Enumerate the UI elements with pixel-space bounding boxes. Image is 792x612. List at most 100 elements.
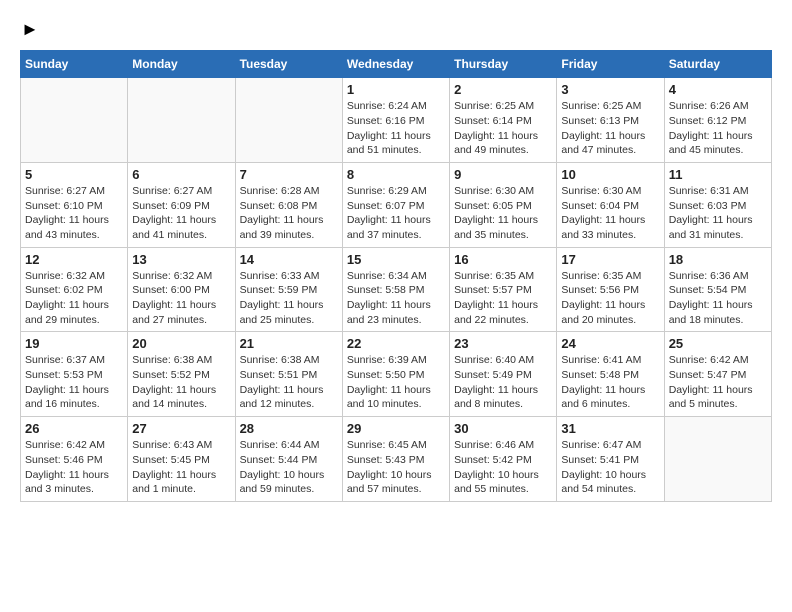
day-info: Sunrise: 6:35 AM Sunset: 5:56 PM Dayligh… bbox=[561, 269, 659, 328]
day-number: 15 bbox=[347, 252, 445, 267]
logo: ► bbox=[20, 20, 39, 40]
calendar-cell: 31 Sunrise: 6:47 AM Sunset: 5:41 PM Dayli… bbox=[557, 417, 664, 502]
day-number: 19 bbox=[25, 336, 123, 351]
day-header-saturday: Saturday bbox=[664, 51, 771, 78]
day-info: Sunrise: 6:42 AM Sunset: 5:46 PM Dayligh… bbox=[25, 438, 123, 497]
day-number: 5 bbox=[25, 167, 123, 182]
day-info: Sunrise: 6:47 AM Sunset: 5:41 PM Dayligh… bbox=[561, 438, 659, 497]
calendar-cell: 9Sunrise: 6:30 AM Sunset: 6:05 PM Daylig… bbox=[450, 162, 557, 247]
day-number: 21 bbox=[240, 336, 338, 351]
day-number: 31 bbox=[561, 421, 659, 436]
day-number: 14 bbox=[240, 252, 338, 267]
day-number: 27 bbox=[132, 421, 230, 436]
calendar-cell bbox=[21, 78, 128, 163]
day-info: Sunrise: 6:27 AM Sunset: 6:10 PM Dayligh… bbox=[25, 184, 123, 243]
day-info: Sunrise: 6:27 AM Sunset: 6:09 PM Dayligh… bbox=[132, 184, 230, 243]
calendar-cell: 23 Sunrise: 6:40 AM Sunset: 5:49 PM Dayli… bbox=[450, 332, 557, 417]
day-info: Sunrise: 6:40 AM Sunset: 5:49 PM Dayligh… bbox=[454, 353, 552, 412]
day-number: 8 bbox=[347, 167, 445, 182]
calendar-week-row: 5 Sunrise: 6:27 AM Sunset: 6:10 PM Daylig… bbox=[21, 162, 772, 247]
day-header-friday: Friday bbox=[557, 51, 664, 78]
calendar-cell: 25Sunrise: 6:42 AM Sunset: 5:47 PM Dayli… bbox=[664, 332, 771, 417]
calendar-cell: 30 Sunrise: 6:46 AM Sunset: 5:42 PM Dayli… bbox=[450, 417, 557, 502]
page-header: ► bbox=[20, 20, 772, 40]
day-number: 29 bbox=[347, 421, 445, 436]
day-number: 9 bbox=[454, 167, 552, 182]
day-info: Sunrise: 6:25 AM Sunset: 6:13 PM Dayligh… bbox=[561, 99, 659, 158]
calendar-cell: 3 Sunrise: 6:25 AM Sunset: 6:13 PM Daylig… bbox=[557, 78, 664, 163]
calendar-cell: 26 Sunrise: 6:42 AM Sunset: 5:46 PM Dayli… bbox=[21, 417, 128, 502]
day-info: Sunrise: 6:28 AM Sunset: 6:08 PM Dayligh… bbox=[240, 184, 338, 243]
day-number: 13 bbox=[132, 252, 230, 267]
calendar-cell: 5 Sunrise: 6:27 AM Sunset: 6:10 PM Daylig… bbox=[21, 162, 128, 247]
calendar-cell: 18Sunrise: 6:36 AM Sunset: 5:54 PM Dayli… bbox=[664, 247, 771, 332]
calendar-cell: 1 Sunrise: 6:24 AM Sunset: 6:16 PM Daylig… bbox=[342, 78, 449, 163]
day-info: Sunrise: 6:32 AM Sunset: 6:02 PM Dayligh… bbox=[25, 269, 123, 328]
calendar-cell: 11 Sunrise: 6:31 AM Sunset: 6:03 PM Dayli… bbox=[664, 162, 771, 247]
day-number: 12 bbox=[25, 252, 123, 267]
day-info: Sunrise: 6:37 AM Sunset: 5:53 PM Dayligh… bbox=[25, 353, 123, 412]
day-number: 22 bbox=[347, 336, 445, 351]
calendar-cell: 22 Sunrise: 6:39 AM Sunset: 5:50 PM Dayli… bbox=[342, 332, 449, 417]
day-info: Sunrise: 6:38 AM Sunset: 5:51 PM Dayligh… bbox=[240, 353, 338, 412]
day-number: 18 bbox=[669, 252, 767, 267]
day-info: Sunrise: 6:24 AM Sunset: 6:16 PM Dayligh… bbox=[347, 99, 445, 158]
calendar-cell: 27Sunrise: 6:43 AM Sunset: 5:45 PM Dayli… bbox=[128, 417, 235, 502]
day-number: 7 bbox=[240, 167, 338, 182]
day-number: 20 bbox=[132, 336, 230, 351]
day-info: Sunrise: 6:46 AM Sunset: 5:42 PM Dayligh… bbox=[454, 438, 552, 497]
calendar-cell bbox=[128, 78, 235, 163]
calendar-cell: 2 Sunrise: 6:25 AM Sunset: 6:14 PM Daylig… bbox=[450, 78, 557, 163]
calendar-week-row: 26 Sunrise: 6:42 AM Sunset: 5:46 PM Dayli… bbox=[21, 417, 772, 502]
day-info: Sunrise: 6:29 AM Sunset: 6:07 PM Dayligh… bbox=[347, 184, 445, 243]
calendar-cell: 6 Sunrise: 6:27 AM Sunset: 6:09 PM Daylig… bbox=[128, 162, 235, 247]
day-header-monday: Monday bbox=[128, 51, 235, 78]
calendar-cell: 14 Sunrise: 6:33 AM Sunset: 5:59 PM Dayli… bbox=[235, 247, 342, 332]
calendar-cell: 21 Sunrise: 6:38 AM Sunset: 5:51 PM Dayli… bbox=[235, 332, 342, 417]
calendar-table: SundayMondayTuesdayWednesdayThursdayFrid… bbox=[20, 50, 772, 502]
calendar-cell bbox=[664, 417, 771, 502]
day-number: 26 bbox=[25, 421, 123, 436]
day-number: 17 bbox=[561, 252, 659, 267]
calendar-cell: 17 Sunrise: 6:35 AM Sunset: 5:56 PM Dayli… bbox=[557, 247, 664, 332]
day-number: 1 bbox=[347, 82, 445, 97]
day-info: Sunrise: 6:44 AM Sunset: 5:44 PM Dayligh… bbox=[240, 438, 338, 497]
day-info: Sunrise: 6:38 AM Sunset: 5:52 PM Dayligh… bbox=[132, 353, 230, 412]
day-info: Sunrise: 6:34 AM Sunset: 5:58 PM Dayligh… bbox=[347, 269, 445, 328]
day-info: Sunrise: 6:39 AM Sunset: 5:50 PM Dayligh… bbox=[347, 353, 445, 412]
calendar-cell: 24Sunrise: 6:41 AM Sunset: 5:48 PM Dayli… bbox=[557, 332, 664, 417]
calendar-cell: 10Sunrise: 6:30 AM Sunset: 6:04 PM Dayli… bbox=[557, 162, 664, 247]
calendar-header-row: SundayMondayTuesdayWednesdayThursdayFrid… bbox=[21, 51, 772, 78]
day-info: Sunrise: 6:45 AM Sunset: 5:43 PM Dayligh… bbox=[347, 438, 445, 497]
calendar-week-row: 19 Sunrise: 6:37 AM Sunset: 5:53 PM Dayli… bbox=[21, 332, 772, 417]
day-info: Sunrise: 6:32 AM Sunset: 6:00 PM Dayligh… bbox=[132, 269, 230, 328]
day-info: Sunrise: 6:30 AM Sunset: 6:04 PM Dayligh… bbox=[561, 184, 659, 243]
day-number: 11 bbox=[669, 167, 767, 182]
day-header-thursday: Thursday bbox=[450, 51, 557, 78]
calendar-cell: 8 Sunrise: 6:29 AM Sunset: 6:07 PM Daylig… bbox=[342, 162, 449, 247]
day-info: Sunrise: 6:31 AM Sunset: 6:03 PM Dayligh… bbox=[669, 184, 767, 243]
calendar-cell: 15 Sunrise: 6:34 AM Sunset: 5:58 PM Dayli… bbox=[342, 247, 449, 332]
calendar-week-row: 1 Sunrise: 6:24 AM Sunset: 6:16 PM Daylig… bbox=[21, 78, 772, 163]
day-header-wednesday: Wednesday bbox=[342, 51, 449, 78]
day-number: 24 bbox=[561, 336, 659, 351]
day-info: Sunrise: 6:26 AM Sunset: 6:12 PM Dayligh… bbox=[669, 99, 767, 158]
calendar-cell bbox=[235, 78, 342, 163]
logo-triangle: ► bbox=[21, 20, 39, 40]
day-info: Sunrise: 6:33 AM Sunset: 5:59 PM Dayligh… bbox=[240, 269, 338, 328]
day-header-tuesday: Tuesday bbox=[235, 51, 342, 78]
day-number: 2 bbox=[454, 82, 552, 97]
calendar-cell: 19 Sunrise: 6:37 AM Sunset: 5:53 PM Dayli… bbox=[21, 332, 128, 417]
calendar-cell: 7 Sunrise: 6:28 AM Sunset: 6:08 PM Daylig… bbox=[235, 162, 342, 247]
calendar-cell: 12 Sunrise: 6:32 AM Sunset: 6:02 PM Dayli… bbox=[21, 247, 128, 332]
day-header-sunday: Sunday bbox=[21, 51, 128, 78]
day-number: 28 bbox=[240, 421, 338, 436]
day-number: 30 bbox=[454, 421, 552, 436]
day-number: 25 bbox=[669, 336, 767, 351]
day-number: 16 bbox=[454, 252, 552, 267]
day-number: 3 bbox=[561, 82, 659, 97]
calendar-cell: 29 Sunrise: 6:45 AM Sunset: 5:43 PM Dayli… bbox=[342, 417, 449, 502]
day-number: 23 bbox=[454, 336, 552, 351]
day-number: 6 bbox=[132, 167, 230, 182]
day-info: Sunrise: 6:25 AM Sunset: 6:14 PM Dayligh… bbox=[454, 99, 552, 158]
